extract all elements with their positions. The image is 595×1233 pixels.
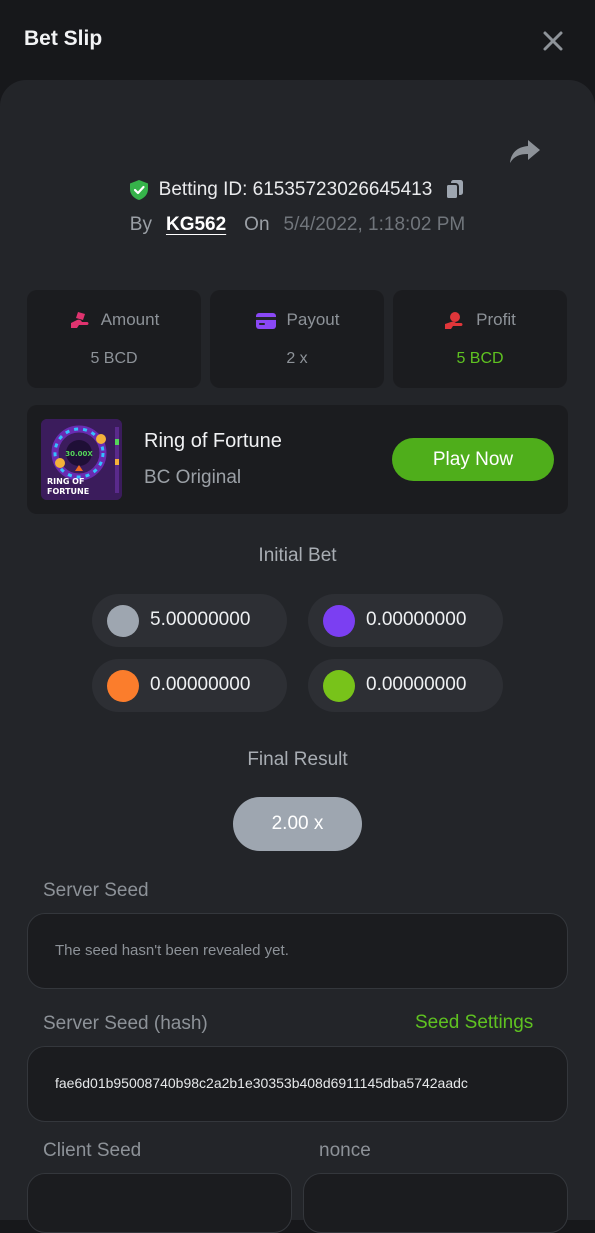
- coin-icon: [323, 670, 355, 702]
- nonce-label: nonce: [319, 1140, 371, 1161]
- server-seed-field[interactable]: The seed hasn't been revealed yet.: [27, 913, 568, 989]
- coin-pill: 0.00000000: [308, 659, 503, 712]
- game-provider: BC Original: [144, 467, 242, 488]
- final-result-value: 2.00 x: [233, 797, 362, 851]
- header: Bet Slip: [0, 0, 595, 80]
- coin-icon: [107, 670, 139, 702]
- thumb-title-line-1: RING OF: [47, 477, 84, 486]
- shield-check-icon: [129, 180, 148, 200]
- server-seed-value: The seed hasn't been revealed yet.: [55, 942, 289, 959]
- ring-of-fortune-image: 30.00X RING OF FORTUNE: [41, 419, 122, 500]
- amount-value: 5 BCD: [90, 350, 138, 367]
- server-seed-hash-value: fae6d01b95008740b98c2a2b1e30353b408d6911…: [55, 1075, 468, 1091]
- game-thumbnail[interactable]: 30.00X RING OF FORTUNE: [41, 419, 122, 500]
- bet-date: 5/4/2022, 1:18:02 PM: [283, 214, 466, 235]
- thumb-multiplier: 30.00X: [65, 450, 93, 458]
- bet-hand-icon: [70, 311, 89, 328]
- thumb-title-line-2: FORTUNE: [47, 487, 89, 496]
- payout-value: 2 x: [286, 350, 308, 367]
- coin-pill: 5.00000000: [92, 594, 287, 647]
- on-label: On: [244, 214, 270, 235]
- final-result-title: Final Result: [247, 749, 348, 770]
- client-seed-label: Client Seed: [43, 1140, 142, 1161]
- profit-hand-icon: [445, 311, 463, 329]
- coin-icon: [323, 605, 355, 637]
- nonce-field[interactable]: [303, 1173, 568, 1233]
- coin-pill: 0.00000000: [92, 659, 287, 712]
- card-icon: [255, 312, 276, 329]
- close-icon[interactable]: [538, 26, 568, 56]
- amount-label: Amount: [100, 310, 160, 329]
- profit-label: Profit: [476, 310, 516, 329]
- initial-bet-title: Initial Bet: [258, 545, 337, 566]
- bet-meta-row: By KG562 On 5/4/2022, 1:18:02 PM: [0, 214, 595, 242]
- server-seed-label: Server Seed: [43, 880, 149, 901]
- coin-pill: 0.00000000: [308, 594, 503, 647]
- client-seed-field[interactable]: [27, 1173, 292, 1233]
- coin-icon: [107, 605, 139, 637]
- share-icon[interactable]: [508, 136, 542, 166]
- coin-amount: 0.00000000: [366, 609, 467, 630]
- stat-profit: Profit 5 BCD: [393, 290, 567, 388]
- server-seed-hash-label: Server Seed (hash): [43, 1013, 208, 1034]
- server-seed-hash-field[interactable]: fae6d01b95008740b98c2a2b1e30353b408d6911…: [27, 1046, 568, 1122]
- game-card: 30.00X RING OF FORTUNE Ring of Fortune B…: [27, 405, 568, 514]
- by-label: By: [129, 214, 152, 235]
- page-title: Bet Slip: [24, 27, 103, 50]
- user-link[interactable]: KG562: [166, 214, 226, 236]
- coin-amount: 0.00000000: [366, 674, 467, 695]
- stat-payout: Payout 2 x: [210, 290, 384, 388]
- seed-settings-link[interactable]: Seed Settings: [415, 1012, 533, 1034]
- betting-id: Betting ID: 61535723026645413: [158, 179, 433, 200]
- stat-amount: Amount 5 BCD: [27, 290, 201, 388]
- play-now-button[interactable]: Play Now: [392, 438, 554, 481]
- game-name[interactable]: Ring of Fortune: [144, 430, 282, 453]
- coin-amount: 0.00000000: [150, 674, 251, 695]
- coin-amount: 5.00000000: [150, 609, 251, 630]
- copy-icon[interactable]: [444, 178, 466, 202]
- betting-id-row: Betting ID: 61535723026645413: [0, 178, 595, 206]
- profit-value: 5 BCD: [456, 350, 504, 367]
- payout-label: Payout: [286, 310, 340, 329]
